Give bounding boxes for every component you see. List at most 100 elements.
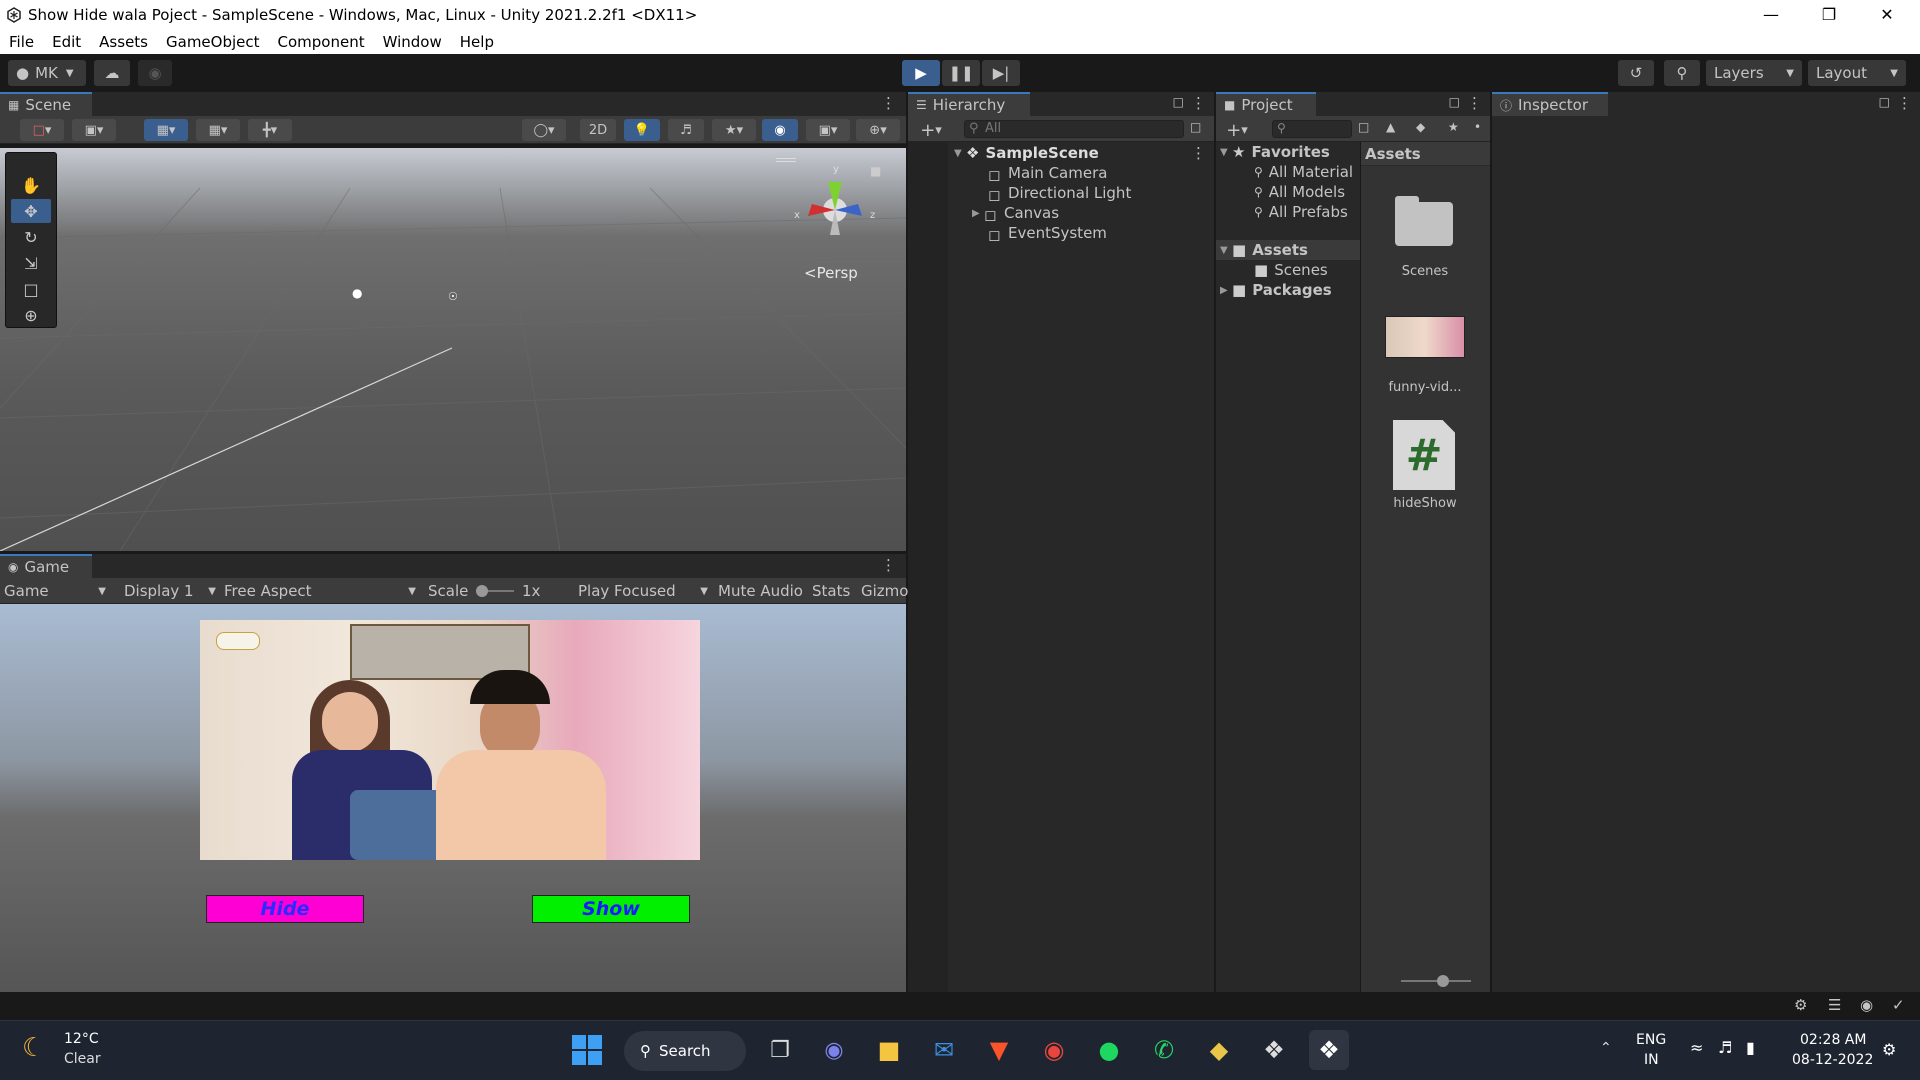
- audio-toggle[interactable]: ♬: [668, 119, 704, 141]
- file-explorer-button[interactable]: ■: [869, 1030, 909, 1070]
- assets-folder[interactable]: ▼ ■ Assets: [1216, 240, 1360, 260]
- 2d-toggle[interactable]: 2D: [580, 119, 616, 141]
- favorites-group[interactable]: ▼ ★ Favorites: [1220, 142, 1330, 162]
- kebab-menu-icon[interactable]: ⋮: [1191, 94, 1206, 112]
- lock-icon[interactable]: □: [1879, 95, 1890, 109]
- gizmos-dropdown[interactable]: ⊕ ▾: [856, 119, 900, 141]
- input-language-2[interactable]: IN: [1644, 1052, 1659, 1068]
- history-button[interactable]: ↺: [1618, 60, 1654, 86]
- kebab-menu-icon[interactable]: ⋮: [1191, 144, 1206, 162]
- draw-mode-dropdown[interactable]: □ ▾: [20, 119, 64, 141]
- asset-scenes[interactable]: [1391, 192, 1455, 246]
- lighting-toggle[interactable]: 💡: [624, 119, 660, 141]
- notification-icon[interactable]: ⚙: [1882, 1040, 1896, 1059]
- lock-icon[interactable]: □: [1173, 95, 1184, 109]
- menu-help[interactable]: Help: [451, 33, 503, 51]
- asset-hideshow-script[interactable]: #: [1393, 420, 1455, 490]
- expand-arrow-icon[interactable]: ▼: [1220, 147, 1232, 158]
- show-button[interactable]: Show: [532, 895, 690, 923]
- star-icon[interactable]: ★: [1448, 120, 1459, 134]
- debug-icon[interactable]: ⚙: [1794, 996, 1807, 1014]
- search-by-type-icon[interactable]: □: [1358, 120, 1369, 134]
- label-icon[interactable]: ◆: [1416, 120, 1425, 134]
- render-mode-dropdown[interactable]: ◯ ▾: [522, 119, 566, 141]
- create-asset-dropdown[interactable]: + ▾: [1220, 119, 1254, 141]
- scale-slider[interactable]: [476, 578, 514, 604]
- play-button[interactable]: ▶: [902, 60, 940, 86]
- volume-icon[interactable]: ♬: [1718, 1038, 1732, 1057]
- menu-window[interactable]: Window: [374, 33, 451, 51]
- menu-edit[interactable]: Edit: [43, 33, 90, 51]
- create-dropdown[interactable]: + ▾: [914, 119, 948, 141]
- stats-toggle[interactable]: Stats: [812, 578, 850, 604]
- progress-icon[interactable]: ✓: [1892, 996, 1905, 1014]
- expand-arrow-icon[interactable]: ▶: [1220, 285, 1232, 296]
- hierarchy-item-eventsystem[interactable]: ◻ EventSystem: [988, 223, 1107, 244]
- taskbar-search[interactable]: ⚲ Search: [624, 1031, 746, 1071]
- light-gizmo-icon[interactable]: ☉: [448, 290, 458, 303]
- search-options-icon[interactable]: □: [1190, 120, 1201, 134]
- game-viewport[interactable]: Hide Show: [0, 604, 906, 992]
- asset-size-slider[interactable]: [1401, 975, 1471, 987]
- asset-funny-video-thumbnail[interactable]: [1385, 316, 1465, 358]
- menu-gameobject[interactable]: GameObject: [157, 33, 269, 51]
- search-button[interactable]: ⚲: [1664, 60, 1700, 86]
- start-button[interactable]: [572, 1035, 604, 1067]
- tab-hierarchy[interactable]: ☰ Hierarchy: [908, 92, 1030, 116]
- move-tool[interactable]: ✥: [11, 199, 51, 223]
- wifi-icon[interactable]: ≈: [1690, 1038, 1703, 1057]
- unity-editor-button[interactable]: ❖: [1309, 1030, 1349, 1070]
- account-dropdown[interactable]: ● MK ▼: [8, 60, 86, 86]
- tab-project[interactable]: ■ Project: [1216, 92, 1316, 116]
- grid-snap-dropdown[interactable]: ▦ ▾: [144, 119, 188, 141]
- cloud-button[interactable]: ☁: [94, 60, 130, 86]
- kebab-menu-icon[interactable]: ⋮: [881, 94, 896, 112]
- hidden-packages-icon[interactable]: •: [1474, 120, 1481, 134]
- tab-inspector[interactable]: ⓘ Inspector: [1492, 92, 1608, 116]
- mail-button[interactable]: ✉: [924, 1030, 964, 1070]
- hide-button[interactable]: Hide: [206, 895, 364, 923]
- snap-dropdown[interactable]: ▦ ▾: [196, 119, 240, 141]
- scene-viewport[interactable]: ● ☉ y x z ■ <Persp: [0, 148, 906, 551]
- lock-icon[interactable]: □: [1449, 95, 1460, 109]
- clock-time[interactable]: 02:28 AM: [1800, 1032, 1866, 1048]
- kebab-menu-icon[interactable]: ⋮: [1897, 94, 1912, 112]
- menu-assets[interactable]: Assets: [90, 33, 157, 51]
- network-icon[interactable]: ◉: [1860, 996, 1873, 1014]
- display-dropdown[interactable]: Display 1 ▼: [124, 578, 216, 604]
- task-view-button[interactable]: ❐: [760, 1030, 800, 1070]
- input-language-1[interactable]: ENG: [1636, 1032, 1666, 1048]
- whatsapp-button[interactable]: ✆: [1144, 1030, 1184, 1070]
- tab-scene[interactable]: ▦ Scene: [0, 92, 92, 116]
- transform-tool[interactable]: ⊕: [11, 303, 51, 327]
- hand-tool[interactable]: ✋: [11, 173, 51, 197]
- rotate-tool[interactable]: ↻: [11, 225, 51, 249]
- layout-dropdown[interactable]: Layout ▼: [1808, 60, 1906, 86]
- visibility-toggle[interactable]: ◉: [762, 119, 798, 141]
- menu-file[interactable]: File: [0, 33, 43, 51]
- favorite-all-models[interactable]: ⚲ All Models: [1254, 182, 1345, 202]
- scenes-folder[interactable]: ■ Scenes: [1254, 260, 1328, 280]
- aspect-dropdown[interactable]: Free Aspect ▼: [224, 578, 416, 604]
- kebab-menu-icon[interactable]: ⋮: [881, 556, 896, 574]
- teams-chat-button[interactable]: ◉: [814, 1030, 854, 1070]
- hierarchy-item-directional-light[interactable]: ◻ Directional Light: [988, 183, 1131, 204]
- pause-button[interactable]: ❚❚: [942, 60, 980, 86]
- hierarchy-item-canvas[interactable]: ▶ ◻ Canvas: [972, 203, 1059, 224]
- filter-icon[interactable]: ▲: [1386, 120, 1395, 134]
- favorite-all-materials[interactable]: ⚲ All Material: [1254, 162, 1353, 182]
- hierarchy-scene-root[interactable]: ▼ ❖ SampleScene ⋮: [954, 143, 1214, 163]
- step-button[interactable]: ▶|: [982, 60, 1020, 86]
- tab-game[interactable]: ◉ Game: [0, 554, 92, 578]
- rect-tool[interactable]: □: [11, 277, 51, 301]
- brave-button[interactable]: ▼: [979, 1030, 1019, 1070]
- expand-arrow-icon[interactable]: ▼: [1220, 245, 1232, 256]
- clock-date[interactable]: 08-12-2022: [1792, 1052, 1873, 1068]
- project-search-input[interactable]: ⚲: [1272, 120, 1352, 138]
- gizmos-toggle[interactable]: Gizmo: [861, 578, 908, 604]
- layers-dropdown[interactable]: Layers ▼: [1706, 60, 1802, 86]
- expand-arrow-icon[interactable]: ▼: [954, 148, 966, 159]
- camera-gizmo-icon[interactable]: ●: [352, 286, 362, 300]
- persp-label[interactable]: <Persp: [804, 264, 858, 282]
- expand-arrow-icon[interactable]: ▶: [972, 208, 984, 219]
